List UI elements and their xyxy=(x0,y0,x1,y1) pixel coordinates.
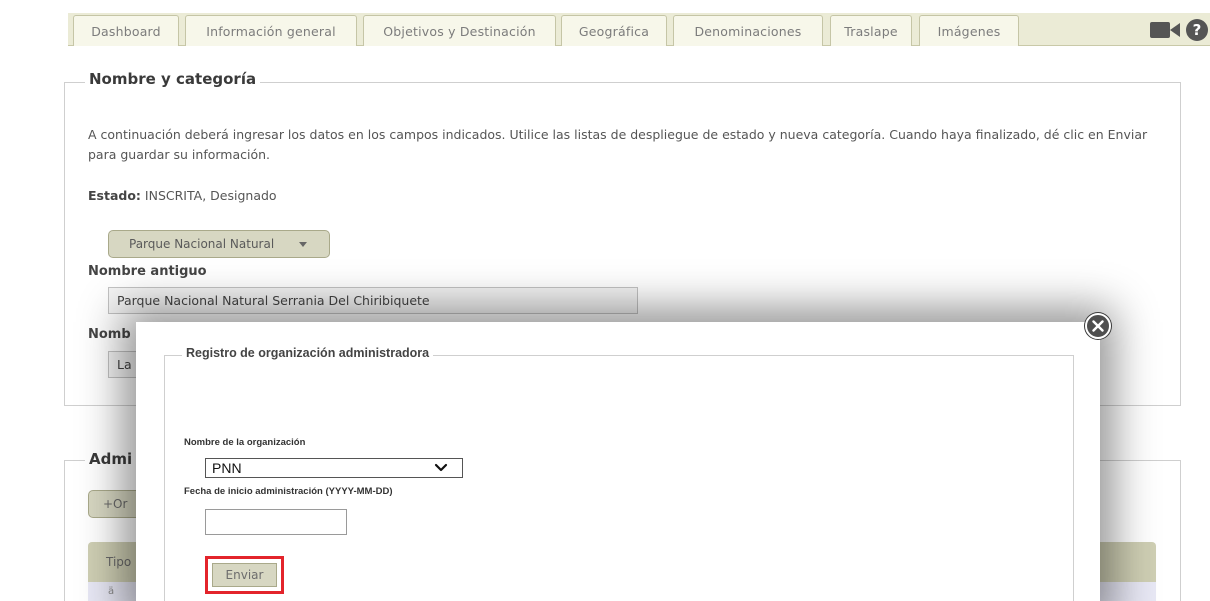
org-name-label: Nombre de la organización xyxy=(184,437,306,448)
administration-legend: Admi xyxy=(85,450,137,468)
category-dropdown[interactable]: Parque Nacional Natural xyxy=(108,230,330,258)
chevron-down-icon xyxy=(434,463,448,472)
start-date-input[interactable] xyxy=(205,509,347,535)
row-icon: ä xyxy=(108,586,115,597)
submit-highlight: Enviar xyxy=(205,556,284,594)
new-name-label: Nomb xyxy=(88,327,131,342)
intro-text: A continuación deberá ingresar los datos… xyxy=(88,127,1148,162)
tab-geografica[interactable]: Geográfica xyxy=(561,15,667,46)
tab-informacion-general[interactable]: Información general xyxy=(185,15,357,46)
close-modal-button[interactable] xyxy=(1085,313,1111,339)
status-value: INSCRITA, Designado xyxy=(144,188,277,203)
old-name-field[interactable]: Parque Nacional Natural Serrania Del Chi… xyxy=(108,287,638,314)
tab-imagenes[interactable]: Imágenes xyxy=(919,15,1019,46)
tab-bar: Dashboard Información general Objetivos … xyxy=(0,0,1210,46)
start-date-label: Fecha de inicio administración (YYYY-MM-… xyxy=(184,486,393,497)
org-name-select[interactable]: PNN xyxy=(205,458,463,478)
caret-down-icon xyxy=(299,242,307,247)
tab-traslape[interactable]: Traslape xyxy=(830,15,912,46)
help-icon[interactable]: ? xyxy=(1186,19,1208,41)
video-camera-icon[interactable] xyxy=(1150,21,1180,39)
tab-objetivos-destinacion[interactable]: Objetivos y Destinación xyxy=(363,15,556,46)
close-icon xyxy=(1092,320,1104,332)
tab-denominaciones[interactable]: Denominaciones xyxy=(673,15,823,46)
tab-dashboard[interactable]: Dashboard xyxy=(73,15,179,46)
modal-fieldset xyxy=(164,355,1074,601)
category-dropdown-label: Parque Nacional Natural xyxy=(129,237,275,251)
status-line: Estado: INSCRITA, Designado xyxy=(88,188,277,203)
org-name-selected: PNN xyxy=(212,460,242,476)
old-name-label: Nombre antiguo xyxy=(88,264,207,279)
organization-modal: Registro de organización administradora … xyxy=(136,322,1100,601)
modal-legend: Registro de organización administradora xyxy=(182,346,434,360)
status-label: Estado: xyxy=(88,188,141,203)
table-header-tipo: Tipo xyxy=(106,555,132,569)
name-category-legend: Nombre y categoría xyxy=(85,70,261,88)
submit-button[interactable]: Enviar xyxy=(212,563,277,587)
